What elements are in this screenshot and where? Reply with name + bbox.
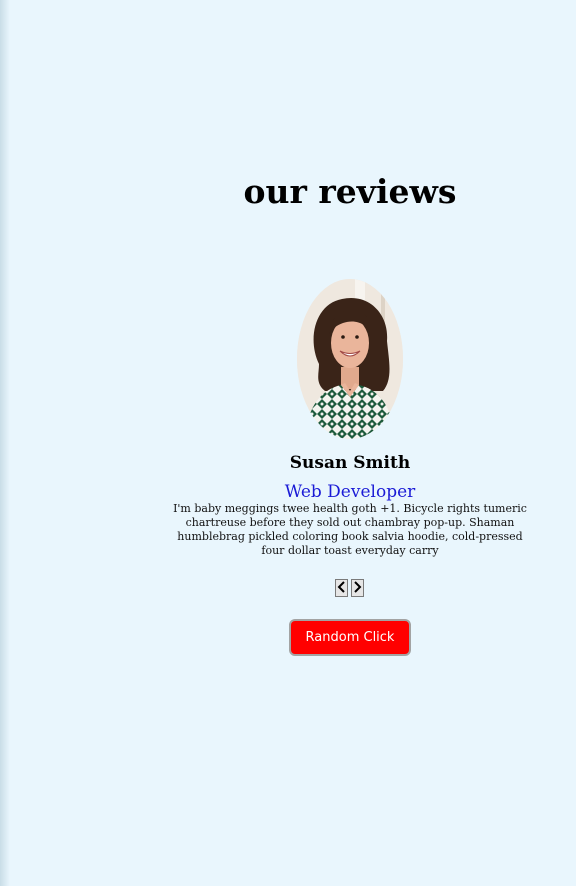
reviewer-name: Susan Smith: [289, 453, 411, 473]
chevron-right-icon: [353, 580, 362, 596]
section-title: our reviews: [243, 172, 457, 211]
chevron-left-icon: [337, 580, 346, 596]
prev-button[interactable]: [335, 579, 348, 597]
page-edge-shadow: [0, 0, 10, 886]
random-button[interactable]: Random Click: [289, 619, 411, 656]
person-photo: [297, 279, 403, 439]
reviewer-job: Web Developer: [284, 482, 416, 502]
next-button[interactable]: [351, 579, 364, 597]
review-navigation: [335, 579, 364, 597]
review-text: I'm baby meggings twee health goth +1. B…: [173, 502, 527, 557]
